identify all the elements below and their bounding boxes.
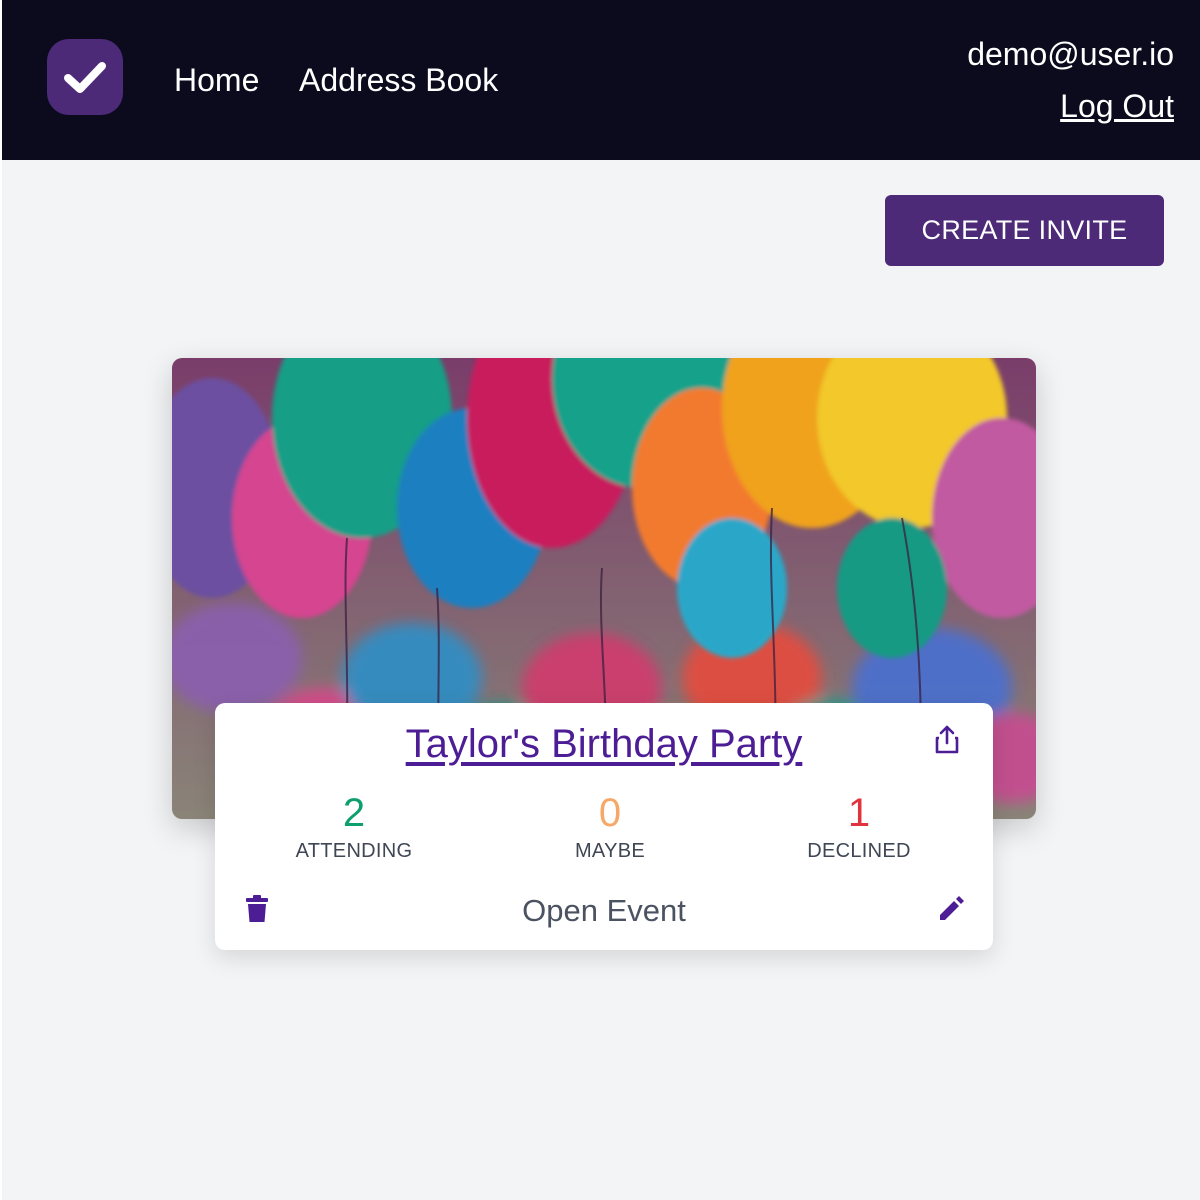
create-invite-button[interactable]: CREATE INVITE [885,195,1164,266]
logout-link[interactable]: Log Out [1060,88,1174,124]
checkmark-icon [64,62,106,93]
open-event-link[interactable]: Open Event [215,893,993,929]
event-title-link[interactable]: Taylor's Birthday Party [215,721,993,767]
nav-home-link[interactable]: Home [174,62,259,98]
maybe-label: MAYBE [574,840,646,862]
attending-count: 2 [342,791,366,835]
maybe-count: 0 [598,791,622,835]
user-email: demo@user.io [967,36,1174,72]
top-navbar: Home Address Book demo@user.io Log Out [2,0,1200,160]
stat-attending: 2 ATTENDING [254,791,454,863]
declined-count: 1 [847,791,871,835]
stat-maybe: 0 MAYBE [510,791,710,863]
pencil-icon[interactable] [937,895,965,923]
stat-declined: 1 DECLINED [759,791,959,863]
share-icon[interactable] [934,725,960,755]
app-logo[interactable] [47,39,123,115]
event-card: Taylor's Birthday Party 2 ATTENDING 0 MA… [215,703,993,950]
declined-label: DECLINED [807,840,911,862]
nav-address-book-link[interactable]: Address Book [299,62,498,98]
attending-label: ATTENDING [295,840,413,862]
